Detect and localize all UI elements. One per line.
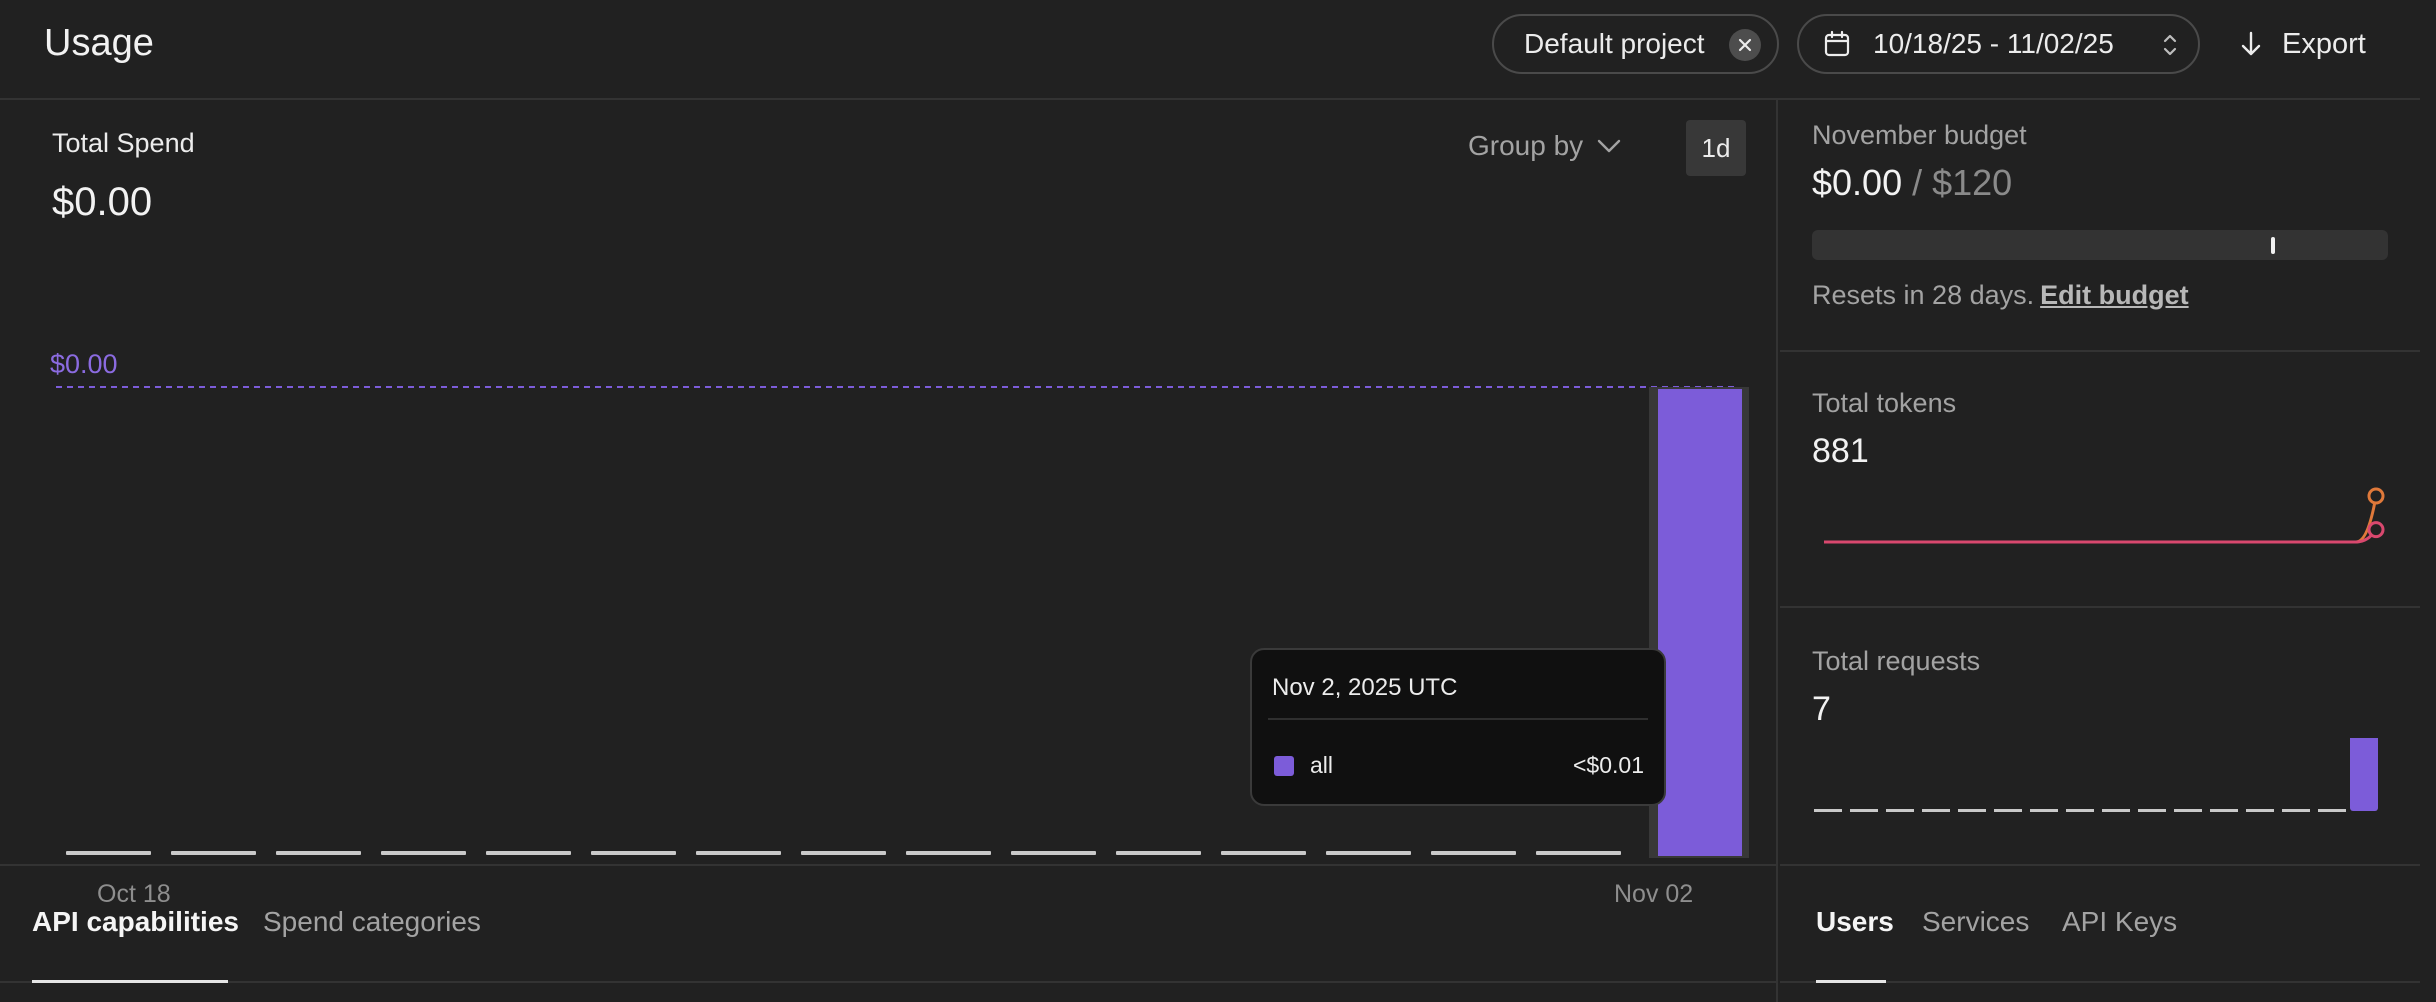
spend-bar-chart: $0.00 Oct 18 Nov 02: [50, 349, 1749, 908]
requests-bar-zero[interactable]: [2030, 809, 2058, 812]
chevron-up-down-icon: [2163, 34, 2177, 56]
group-by-dropdown[interactable]: Group by: [1468, 130, 1621, 162]
spend-bar-zero[interactable]: [696, 851, 781, 855]
breakdown-tabs: Users Services API Keys: [1780, 864, 2420, 1002]
requests-bar-zero[interactable]: [2066, 809, 2094, 812]
calendar-icon: [1824, 30, 1850, 57]
edit-budget-link[interactable]: Edit budget: [2040, 280, 2188, 310]
tokens-series-endpoint[interactable]: [2367, 521, 2385, 539]
export-label: Export: [2282, 27, 2366, 60]
tooltip-date: Nov 2, 2025 UTC: [1272, 674, 1458, 701]
requests-bar-zero[interactable]: [1958, 809, 1986, 812]
requests-bar-zero[interactable]: [2210, 809, 2238, 812]
tab-api-capabilities[interactable]: API capabilities: [32, 906, 239, 938]
spend-bar-zero[interactable]: [66, 851, 151, 855]
budget-limit: $120: [1932, 162, 2013, 203]
requests-bar-zero[interactable]: [2102, 809, 2130, 812]
tab-users[interactable]: Users: [1816, 906, 1894, 938]
budget-title: November budget: [1812, 120, 2027, 150]
spend-bar-zero[interactable]: [1221, 851, 1306, 855]
total-tokens-value: 881: [1812, 432, 1869, 470]
project-filter-label: Default project: [1524, 28, 1705, 59]
spend-bar-zero[interactable]: [1326, 851, 1411, 855]
usage-summary-column: November budget $0.00 / $120 Resets in 2…: [1780, 100, 2420, 864]
tooltip-divider: [1268, 718, 1648, 720]
budget-progress-bar: [1812, 230, 2388, 260]
tooltip-series-swatch: [1274, 756, 1294, 776]
date-range-label: 10/18/25 - 11/02/25: [1873, 28, 2114, 59]
tabs-divider: [0, 981, 1776, 983]
group-by-label: Group by: [1468, 130, 1584, 161]
budget-separator: /: [1902, 162, 1933, 203]
requests-bar-zero[interactable]: [2282, 809, 2310, 812]
chevron-down-icon: [1597, 139, 1621, 153]
requests-bar[interactable]: [2350, 738, 2378, 811]
budget-reset-label: Resets in 28 days.: [1812, 280, 2035, 310]
project-filter-pill[interactable]: Default project: [1492, 14, 1779, 74]
requests-bar-zero[interactable]: [1814, 809, 1842, 812]
close-icon: [1738, 38, 1752, 52]
spend-bar-zero[interactable]: [906, 851, 991, 855]
requests-bar-zero[interactable]: [2138, 809, 2166, 812]
spend-bar-zero[interactable]: [1536, 851, 1621, 855]
requests-bar-zero[interactable]: [2246, 809, 2274, 812]
tokens-series-line: [1824, 495, 2378, 544]
spend-bar-zero[interactable]: [171, 851, 256, 855]
total-requests-card: Total requests 7: [1780, 608, 2420, 864]
budget-spent: $0.00: [1812, 162, 1903, 203]
tab-spend-categories[interactable]: Spend categories: [263, 906, 481, 938]
spend-bar-zero[interactable]: [1116, 851, 1201, 855]
active-tab-indicator: [1816, 980, 1886, 983]
usage-header: Usage Default project 10/18/25 - 11/02/2…: [0, 0, 2420, 100]
active-tab-indicator: [32, 980, 228, 983]
clear-filter-button[interactable]: [1729, 29, 1761, 61]
tooltip-series-name: all: [1310, 752, 1334, 778]
total-spend-panel: Total Spend $0.00 Group by 1d $0.00 Oct …: [0, 100, 1778, 908]
total-spend-value: $0.00: [52, 180, 153, 224]
tokens-sparkline: [1824, 487, 2385, 544]
budget-card: November budget $0.00 / $120 Resets in 2…: [1780, 100, 2420, 352]
export-button[interactable]: Export: [2240, 22, 2366, 66]
total-tokens-card: Total tokens 881: [1780, 352, 2420, 608]
chart-max-label: $0.00: [50, 349, 118, 379]
spend-bar-zero[interactable]: [381, 851, 466, 855]
requests-bar-zero[interactable]: [2174, 809, 2202, 812]
budget-reset-text: Resets in 28 days. Edit budget: [1812, 280, 2189, 311]
spend-bar-zero[interactable]: [1431, 851, 1516, 855]
requests-sparkline: [1814, 738, 2378, 812]
requests-bar-zero[interactable]: [2318, 809, 2346, 812]
interval-1d-button[interactable]: 1d: [1686, 120, 1746, 176]
spend-bar-zero[interactable]: [591, 851, 676, 855]
tokens-series-line: [1824, 528, 2378, 544]
spend-bar-zero[interactable]: [801, 851, 886, 855]
total-requests-title: Total requests: [1812, 646, 1981, 676]
total-tokens-title: Total tokens: [1812, 388, 1957, 418]
tokens-series-endpoint[interactable]: [2367, 487, 2385, 505]
total-spend-label: Total Spend: [52, 128, 195, 158]
capabilities-tabs: API capabilities Spend categories: [0, 864, 1778, 1002]
requests-bar-zero[interactable]: [1922, 809, 1950, 812]
page-title: Usage: [44, 22, 154, 64]
budget-alert-marker: [2271, 237, 2275, 254]
requests-bar-zero[interactable]: [1850, 809, 1878, 812]
requests-bar-zero[interactable]: [1994, 809, 2022, 812]
total-requests-value: 7: [1812, 690, 1831, 728]
spend-bar-zero[interactable]: [276, 851, 361, 855]
arrow-down-icon: [2241, 31, 2261, 56]
spend-bar[interactable]: [1658, 389, 1742, 856]
requests-bar-zero[interactable]: [1886, 809, 1914, 812]
tooltip-series-value: <$0.01: [1573, 752, 1644, 778]
spend-bar-zero[interactable]: [1011, 851, 1096, 855]
tab-api-keys[interactable]: API Keys: [2062, 906, 2177, 938]
budget-amount: $0.00 / $120: [1812, 162, 2012, 204]
date-range-picker[interactable]: 10/18/25 - 11/02/25: [1797, 14, 2200, 74]
chart-tooltip: Nov 2, 2025 UTC all <$0.01: [1250, 648, 1666, 806]
spend-bar-zero[interactable]: [486, 851, 571, 855]
tab-services[interactable]: Services: [1922, 906, 2029, 938]
